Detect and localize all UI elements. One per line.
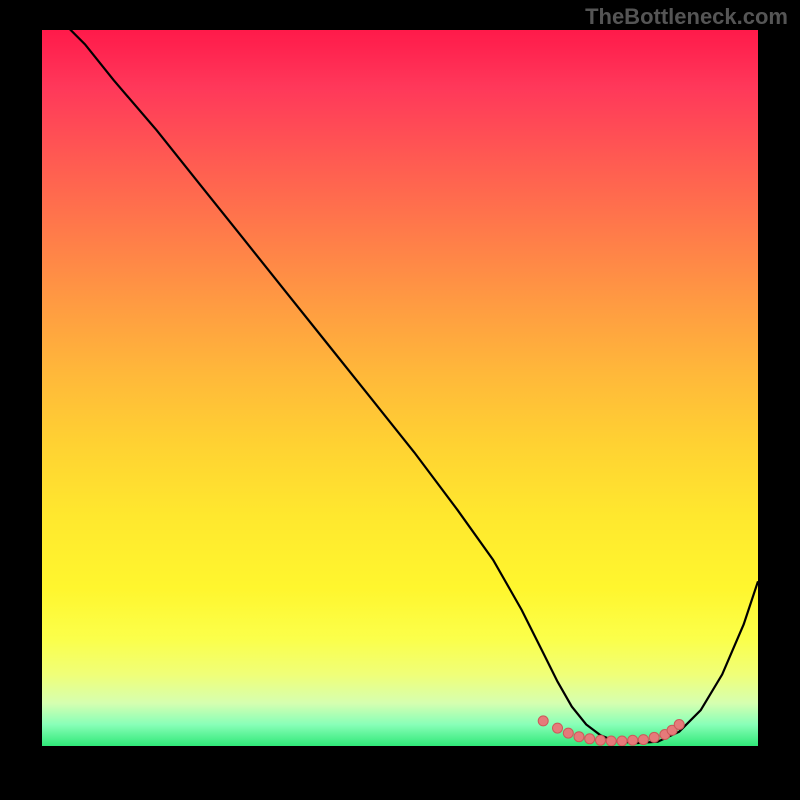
scatter-dot — [563, 728, 573, 738]
scatter-dot — [617, 736, 627, 746]
scatter-dot — [628, 735, 638, 745]
scatter-dot — [574, 732, 584, 742]
watermark-text: TheBottleneck.com — [585, 4, 788, 30]
scatter-dot — [596, 735, 606, 745]
curve-line — [56, 30, 758, 743]
scatter-dot — [585, 734, 595, 744]
scatter-dot — [606, 736, 616, 746]
scatter-dot — [674, 720, 684, 730]
scatter-dot — [649, 732, 659, 742]
scatter-dot — [538, 716, 548, 726]
scatter-dot — [553, 723, 563, 733]
scatter-dots — [538, 716, 684, 746]
chart-svg — [42, 30, 758, 746]
scatter-dot — [638, 735, 648, 745]
chart-plot-area — [42, 30, 758, 746]
